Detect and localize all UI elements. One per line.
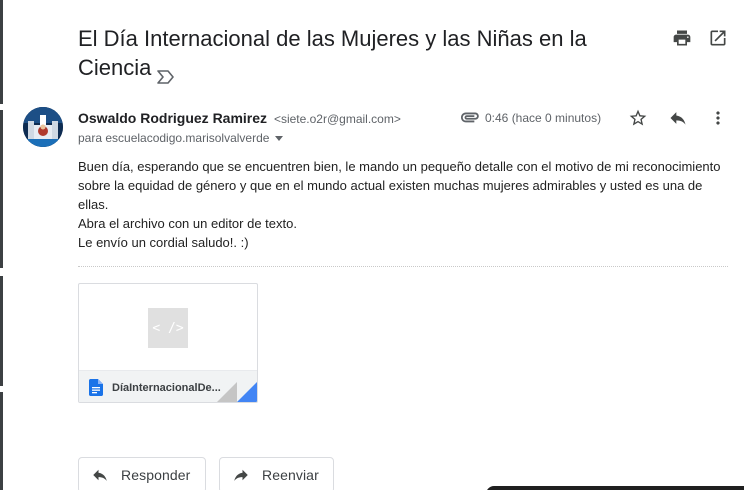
open-in-new-window-icon[interactable]: [708, 28, 728, 48]
attachment-card[interactable]: < /> DíaInternacionalDe...: [78, 283, 258, 403]
sender-line: Oswaldo Rodriguez Ramirez <siete.o2r@gma…: [78, 109, 401, 128]
divider: [78, 266, 728, 267]
body-paragraph: Buen día, esperando que se encuentren bi…: [78, 159, 721, 212]
star-icon[interactable]: [628, 108, 648, 128]
bottom-panel-edge: [486, 486, 744, 490]
reply-icon: [93, 469, 107, 481]
chevron-down-icon[interactable]: [275, 136, 284, 142]
code-file-thumbnail: < />: [148, 308, 188, 348]
reply-icon[interactable]: [668, 108, 688, 128]
body-paragraph: Abra el archivo con un editor de texto.: [78, 216, 297, 231]
attachment-fold: [237, 382, 257, 402]
left-rail: [0, 0, 4, 490]
email-body: Buen día, esperando que se encuentren bi…: [78, 157, 730, 252]
attachment-fold-shadow: [217, 382, 237, 402]
reply-button-label: Responder: [121, 467, 191, 483]
sender-email: <siete.o2r@gmail.com>: [273, 112, 401, 126]
sender-avatar[interactable]: [23, 107, 63, 147]
forward-button-label: Reenviar: [262, 467, 319, 483]
paperclip-icon: [458, 109, 480, 125]
more-vertical-icon[interactable]: [708, 108, 728, 128]
importance-marker-icon[interactable]: [157, 62, 175, 84]
body-paragraph: Le envío un cordial saludo!. :): [78, 235, 249, 250]
attachment-filename: DíaInternacionalDe...: [112, 382, 221, 394]
email-subject-text: El Día Internacional de las Mujeres y la…: [78, 26, 587, 80]
sender-name[interactable]: Oswaldo Rodriguez Ramirez: [78, 110, 267, 126]
reply-button[interactable]: Responder: [78, 457, 206, 490]
print-icon[interactable]: [672, 28, 692, 48]
recipient-text: para escuelacodigo.marisolvalverde: [78, 131, 270, 145]
recipient-line[interactable]: para escuelacodigo.marisolvalverde: [78, 130, 284, 146]
email-subject: El Día Internacional de las Mujeres y la…: [78, 24, 618, 84]
forward-button[interactable]: Reenviar: [219, 457, 334, 490]
forward-icon: [234, 469, 248, 481]
timestamp: 0:46 (hace 0 minutos): [485, 111, 602, 125]
google-docs-icon: [89, 379, 103, 396]
